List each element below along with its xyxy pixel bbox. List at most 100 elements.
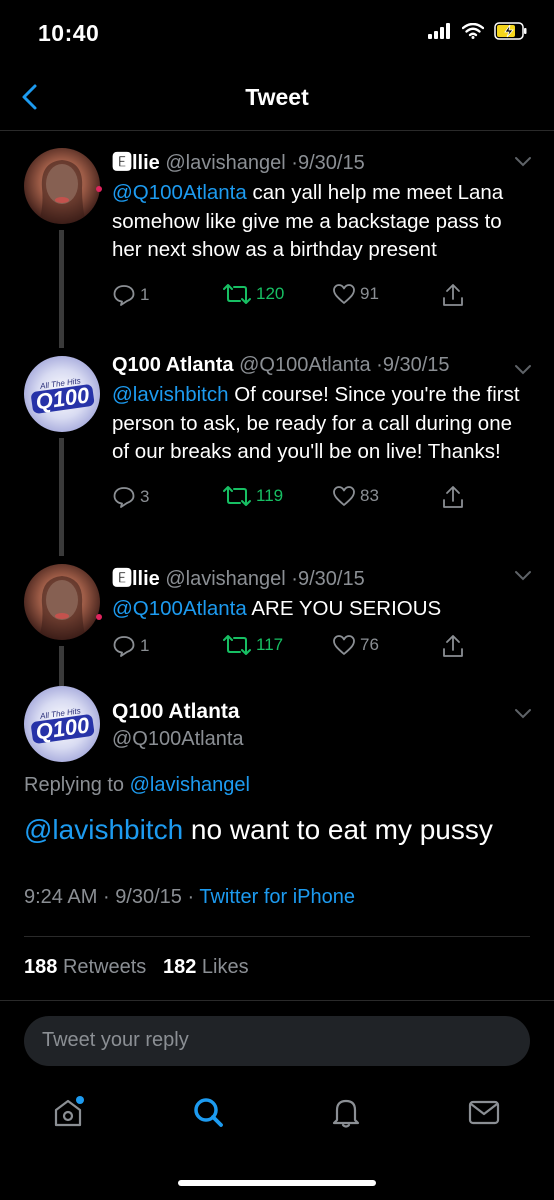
author-name[interactable]: Q100 Atlanta — [112, 700, 240, 724]
share-button[interactable] — [442, 283, 464, 307]
thread-tweet[interactable]: 🅴llie @lavishangel ·9/30/15 @Q100Atlanta… — [0, 130, 554, 348]
divider — [24, 936, 530, 937]
tweet-text: @Q100Atlanta can yall help me meet Lana … — [112, 179, 532, 265]
reply-button[interactable]: 3 — [112, 485, 149, 509]
author-handle[interactable]: @lavishangel — [165, 152, 285, 174]
reply-count: 1 — [140, 635, 150, 655]
share-icon — [443, 634, 463, 657]
tab-home[interactable] — [50, 1094, 86, 1130]
retweets-label: Retweets — [62, 956, 147, 978]
home-indicator[interactable] — [178, 1180, 376, 1186]
author-name[interactable]: Q100 Atlanta — [112, 354, 234, 376]
thread-line — [59, 646, 64, 686]
author-handle[interactable]: @lavishangel — [165, 568, 285, 590]
share-icon — [443, 283, 463, 306]
home-icon — [54, 1096, 84, 1127]
tweet-body: no want to eat my pussy — [183, 814, 493, 845]
tab-search[interactable] — [190, 1094, 226, 1130]
tab-messages[interactable] — [466, 1094, 502, 1130]
separator: · — [187, 886, 195, 908]
like-count: 76 — [360, 634, 379, 654]
chevron-down-icon[interactable] — [514, 708, 532, 720]
author-handle[interactable]: @Q100Atlanta — [239, 354, 371, 376]
reply-icon — [113, 635, 135, 657]
bell-icon — [332, 1099, 360, 1128]
tweet-text: @lavishbitch Of course! Since you're the… — [112, 381, 532, 467]
decor-dot — [96, 614, 102, 620]
replying-to: Replying to @lavishangel — [24, 774, 250, 797]
like-button[interactable]: 83 — [332, 485, 379, 507]
like-button[interactable]: 76 — [332, 634, 379, 656]
tweet-meta: 9:24 AM · 9/30/15 · Twitter for iPhone — [24, 886, 355, 909]
heart-icon — [333, 283, 355, 304]
tweet-header: 🅴llie @lavishangel ·9/30/15 — [112, 562, 532, 591]
status-icons — [428, 22, 528, 40]
reply-count: 1 — [140, 284, 150, 304]
tweet-time: 9:24 AM — [24, 886, 98, 908]
like-count: 83 — [360, 485, 379, 505]
tweet-actions: 1 117 76 — [112, 634, 532, 664]
tweet-stats: 188 Retweets 182 Likes — [24, 956, 249, 979]
avatar[interactable]: All The Hits Q100 — [24, 356, 100, 432]
mention-link[interactable]: @Q100Atlanta — [112, 597, 247, 620]
mention-link[interactable]: @lavishbitch — [112, 383, 229, 406]
share-icon — [443, 485, 463, 508]
tweet-content: Q100 Atlanta @Q100Atlanta ·9/30/15 @lavi… — [112, 354, 532, 515]
battery-icon — [494, 22, 527, 40]
reply-placeholder: Tweet your reply — [42, 1029, 189, 1051]
search-icon — [194, 1098, 223, 1127]
replying-prefix: Replying to — [24, 774, 130, 796]
reply-count: 3 — [140, 486, 150, 506]
avatar[interactable] — [24, 148, 100, 224]
tweet-date: 9/30/15 — [297, 152, 365, 174]
retweet-button[interactable]: 120 — [222, 283, 284, 305]
q100-logo: All The Hits Q100 — [29, 704, 95, 744]
author-name[interactable]: 🅴llie — [112, 568, 160, 590]
separator: · — [376, 354, 383, 376]
author-name[interactable]: 🅴llie — [112, 152, 160, 174]
avatar[interactable]: All The Hits Q100 — [24, 686, 100, 762]
thread-tweet[interactable]: All The Hits Q100 Q100 Atlanta @Q100Atla… — [0, 346, 554, 556]
reply-button[interactable]: 1 — [112, 634, 149, 658]
decor-dot — [96, 186, 102, 192]
q100-logo: All The Hits Q100 — [29, 374, 95, 414]
profile-photo-icon — [38, 576, 86, 640]
retweet-button[interactable]: 117 — [222, 634, 283, 656]
wifi-icon — [462, 23, 484, 39]
like-button[interactable]: 91 — [332, 283, 379, 305]
status-bar: 10:40 — [0, 0, 554, 64]
thread-tweet[interactable]: 🅴llie @lavishangel ·9/30/15 @Q100Atlanta… — [0, 556, 554, 686]
tab-notifications[interactable] — [328, 1094, 364, 1130]
share-button[interactable] — [442, 634, 464, 658]
mention-link[interactable]: @lavishbitch — [24, 814, 183, 845]
signal-icon — [428, 23, 450, 39]
retweets-stat[interactable]: 188 Retweets — [24, 956, 146, 978]
tweet-date: 9/30/15 — [297, 568, 365, 590]
likes-stat[interactable]: 182 Likes — [163, 956, 249, 978]
reply-button[interactable]: 1 — [112, 283, 149, 307]
tweet-body: ARE YOU SERIOUS — [246, 597, 442, 620]
share-button[interactable] — [442, 485, 464, 509]
navigation-bar: Tweet — [0, 64, 554, 131]
retweet-icon — [223, 634, 251, 655]
retweet-button[interactable]: 119 — [222, 485, 283, 507]
separator: · — [291, 568, 298, 590]
reply-input[interactable]: Tweet your reply — [24, 1016, 530, 1066]
mail-icon — [468, 1100, 500, 1125]
thread-line — [59, 230, 64, 348]
tweet-date: 9/30/15 — [115, 886, 182, 908]
status-time: 10:40 — [38, 20, 100, 46]
divider — [0, 1000, 554, 1001]
replying-to-link[interactable]: @lavishangel — [130, 774, 250, 796]
author-handle[interactable]: @Q100Atlanta — [112, 728, 244, 751]
mention-link[interactable]: @Q100Atlanta — [112, 181, 247, 204]
reply-icon — [113, 284, 135, 306]
tweet-actions: 1 120 91 — [112, 283, 532, 313]
profile-photo-icon — [38, 160, 86, 224]
tweet-source-link[interactable]: Twitter for iPhone — [199, 886, 355, 908]
retweets-count: 188 — [24, 956, 58, 978]
retweet-count: 119 — [256, 485, 284, 505]
avatar[interactable] — [24, 564, 100, 640]
retweet-count: 117 — [256, 634, 284, 654]
tweet-content: 🅴llie @lavishangel ·9/30/15 @Q100Atlanta… — [112, 562, 532, 664]
